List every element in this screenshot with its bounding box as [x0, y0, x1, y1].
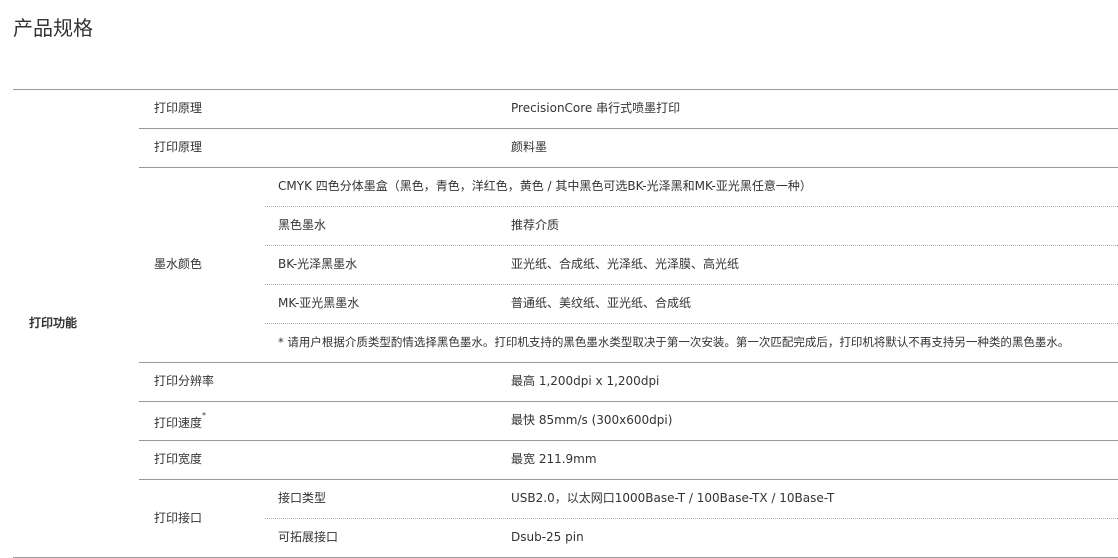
- sub-row-divider: [265, 284, 1118, 285]
- row-label: 打印接口: [154, 511, 203, 525]
- sub-row-divider: [265, 323, 1118, 324]
- sub-row-divider: [265, 518, 1118, 519]
- row-label: 墨水颜色: [154, 257, 203, 271]
- row-label: 打印分辨率: [154, 374, 215, 388]
- page-title: 产品规格: [13, 16, 93, 40]
- row-divider: [139, 401, 1118, 402]
- row-value: 最宽 211.9mm: [511, 452, 597, 466]
- row-label: 打印宽度: [154, 452, 203, 466]
- media-header: 推荐介质: [511, 218, 560, 232]
- category-label: 打印功能: [29, 316, 78, 330]
- row-label-text: 打印速度: [154, 416, 203, 430]
- expansion-port-label: 可拓展接口: [278, 530, 339, 544]
- row-label: 打印原理: [154, 101, 203, 115]
- mk-ink-name: MK-亚光黑墨水: [278, 296, 360, 310]
- row-divider: [139, 167, 1118, 168]
- interface-type-label: 接口类型: [278, 491, 327, 505]
- footnote-marker: *: [202, 411, 207, 420]
- row-value: 最高 1,200dpi x 1,200dpi: [511, 374, 660, 388]
- spec-table: 打印功能 打印原理 PrecisionCore 串行式喷墨打印 打印原理 颜料墨…: [13, 89, 1118, 558]
- ink-note: * 请用户根据介质类型酌情选择黑色墨水。打印机支持的黑色墨水类型取决于第一次安装…: [278, 335, 1070, 349]
- row-value: 最快 85mm/s (300x600dpi): [511, 413, 673, 427]
- bk-ink-name: BK-光泽黑墨水: [278, 257, 358, 271]
- expansion-port-value: Dsub-25 pin: [511, 530, 584, 544]
- ink-set-value: CMYK 四色分体墨盒（黑色，青色，洋红色，黄色 / 其中黑色可选BK-光泽黑和…: [278, 179, 812, 193]
- row-label: 打印速度*: [154, 411, 207, 430]
- row-divider: [139, 479, 1118, 480]
- bk-ink-media: 亚光纸、合成纸、光泽纸、光泽膜、高光纸: [511, 257, 740, 271]
- row-divider: [139, 440, 1118, 441]
- black-ink-header: 黑色墨水: [278, 218, 327, 232]
- table-top-border: [13, 89, 1118, 90]
- row-divider: [139, 362, 1118, 363]
- row-label: 打印原理: [154, 140, 203, 154]
- row-value: 颜料墨: [511, 140, 548, 154]
- row-value: PrecisionCore 串行式喷墨打印: [511, 101, 681, 115]
- sub-row-divider: [265, 245, 1118, 246]
- row-divider: [139, 128, 1118, 129]
- interface-type-value: USB2.0，以太网口1000Base-T / 100Base-TX / 10B…: [511, 491, 835, 505]
- sub-row-divider: [265, 206, 1118, 207]
- mk-ink-media: 普通纸、美纹纸、亚光纸、合成纸: [511, 296, 692, 310]
